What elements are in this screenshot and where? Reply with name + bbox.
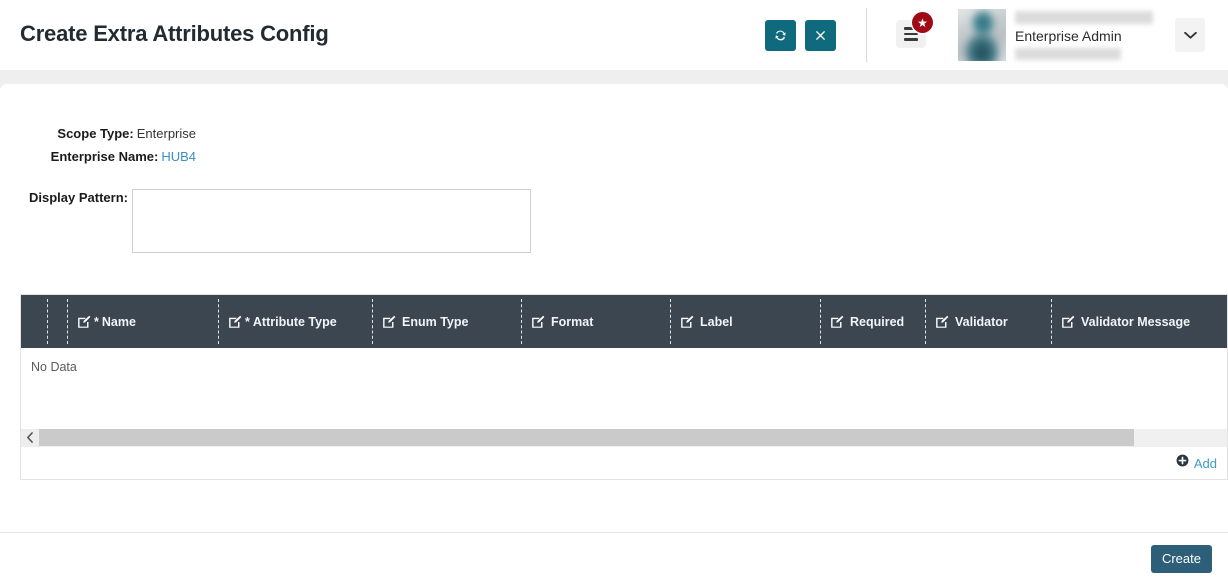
page-footer: Create <box>0 533 1228 578</box>
app-header: Create Extra Attributes Config ★ Enterpr… <box>0 0 1228 70</box>
attributes-grid: * Name * Attribute Type Enum Type Format Label… <box>20 294 1228 480</box>
hamburger-line <box>904 32 918 36</box>
notification-menu: ★ <box>896 12 933 48</box>
hamburger-line <box>904 38 918 41</box>
add-row-label: Add <box>1193 455 1217 471</box>
grid-column-header-validator[interactable]: Validator <box>925 295 1051 348</box>
grid-empty-message: No Data <box>31 360 77 374</box>
edit-icon <box>531 315 545 329</box>
grid-column-label: Label <box>700 314 733 329</box>
grid-column-label: Format <box>551 314 594 329</box>
add-row-button[interactable]: Add <box>1176 454 1217 472</box>
refresh-button[interactable] <box>765 20 796 51</box>
avatar-image <box>958 9 1006 61</box>
grid-column-header-blank-1[interactable] <box>47 295 67 348</box>
chevron-down-icon <box>1183 28 1197 43</box>
grid-column-header-attribute-type[interactable]: * Attribute Type <box>218 295 372 348</box>
user-role-label: Enterprise Admin <box>1015 28 1122 44</box>
grid-column-header-required[interactable]: Required <box>820 295 925 348</box>
edit-icon <box>1061 315 1075 329</box>
grid-column-label: Name <box>101 314 136 329</box>
plus-circle-icon <box>1176 454 1189 472</box>
grid-column-label: Attribute Type <box>252 314 337 329</box>
edit-icon <box>935 315 949 329</box>
edit-icon <box>680 315 694 329</box>
edit-icon <box>228 315 242 329</box>
grid-column-header-enum-type[interactable]: Enum Type <box>372 295 521 348</box>
content-panel: Scope Type: Enterprise Enterprise Name: HU… <box>0 84 1228 532</box>
grid-column-header-label[interactable]: Label <box>670 295 820 348</box>
scrollbar-track[interactable] <box>39 429 1227 446</box>
grid-column-label: Required <box>850 314 905 329</box>
enterprise-name-row: Enterprise Name: HUB4 <box>0 149 196 164</box>
edit-icon <box>830 315 844 329</box>
user-menu-button[interactable] <box>1175 18 1205 52</box>
required-asterisk: * <box>245 314 250 329</box>
redacted-user-name <box>1015 11 1153 24</box>
page-title: Create Extra Attributes Config <box>20 21 329 46</box>
scroll-left-arrow-icon[interactable] <box>21 429 39 446</box>
grid-footer: Add <box>21 446 1227 479</box>
edit-icon <box>77 315 91 329</box>
grid-header-row: * Name * Attribute Type Enum Type Format Label… <box>21 295 1227 348</box>
enterprise-name-link[interactable]: HUB4 <box>161 149 196 164</box>
scope-type-value: Enterprise <box>136 126 196 141</box>
avatar[interactable] <box>958 9 1006 61</box>
grid-column-header-validator-message[interactable]: Validator Message <box>1051 295 1227 348</box>
create-button[interactable]: Create <box>1150 545 1212 573</box>
close-icon <box>814 29 827 42</box>
grid-column-label: Validator <box>955 314 1008 329</box>
star-badge-icon[interactable]: ★ <box>912 12 933 33</box>
grid-column-header-name[interactable]: * Name <box>67 295 218 348</box>
grid-column-label: Validator Message <box>1081 314 1191 329</box>
refresh-icon <box>773 28 788 43</box>
enterprise-name-label: Enterprise Name: <box>50 149 159 164</box>
grid-column-header-format[interactable]: Format <box>521 295 670 348</box>
scope-type-row: Scope Type: Enterprise <box>0 126 196 141</box>
required-asterisk: * <box>94 314 99 329</box>
header-action-buttons <box>765 20 836 51</box>
redacted-user-detail <box>1015 48 1121 60</box>
user-info: Enterprise Admin <box>1015 9 1153 61</box>
header-divider <box>866 8 867 62</box>
scrollbar-thumb[interactable] <box>39 429 1135 446</box>
grid-horizontal-scrollbar[interactable] <box>21 429 1227 446</box>
display-pattern-input[interactable] <box>132 189 531 253</box>
edit-icon <box>382 315 396 329</box>
grid-column-label: Enum Type <box>402 314 469 329</box>
display-pattern-label: Display Pattern: <box>29 190 128 205</box>
grid-column-header-blank-0[interactable] <box>21 295 47 348</box>
scope-type-label: Scope Type: <box>57 126 134 141</box>
close-button[interactable] <box>805 20 836 51</box>
